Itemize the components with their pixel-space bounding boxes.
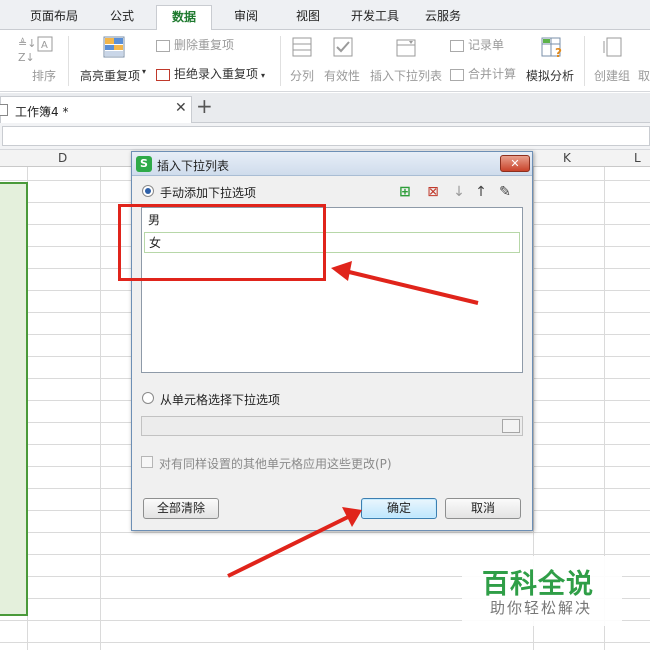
- annotation-arrows: [227, 261, 479, 578]
- annotation-arrow-list: [344, 269, 479, 305]
- watermark-title: 百科全说: [482, 569, 594, 600]
- watermark-subtitle: 助你轻松解决: [490, 599, 593, 617]
- watermark: 百科全说 助你轻松解决: [462, 556, 622, 626]
- annotation-arrowhead: [331, 261, 352, 281]
- annotation-arrow-ok: [227, 515, 349, 578]
